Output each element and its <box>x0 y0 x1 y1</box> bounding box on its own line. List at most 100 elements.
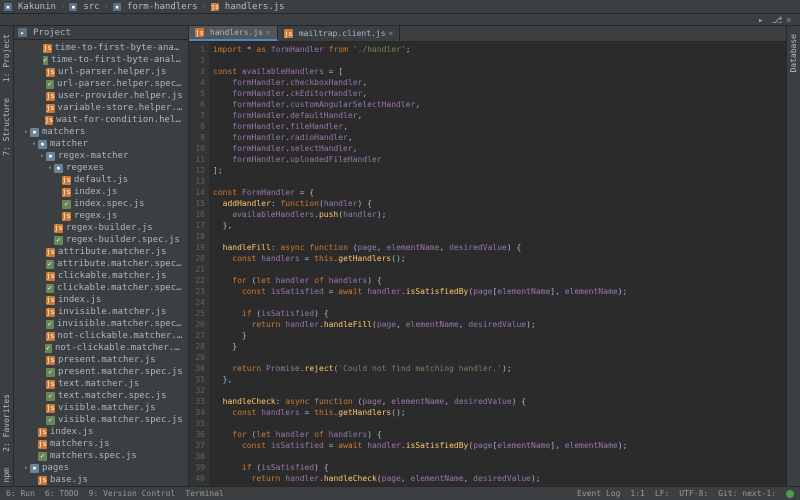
tree-item[interactable]: jsindex.js <box>14 426 188 438</box>
editor-tab[interactable]: js mailtrap.client.js× <box>278 26 401 41</box>
js-icon: js <box>46 380 55 389</box>
js-icon: js <box>46 92 55 101</box>
tool-tab-npm[interactable]: npm <box>1 464 12 486</box>
js-icon: js <box>54 224 63 233</box>
breadcrumb-segment[interactable]: ▪form-handlers <box>113 2 197 12</box>
line-sep[interactable]: LF: <box>655 489 669 498</box>
tree-item-label: index.js <box>74 187 117 197</box>
folder-icon: ▪ <box>113 3 121 11</box>
tree-item-label: visible.matcher.js <box>58 403 156 413</box>
js-icon: js <box>38 428 47 437</box>
tree-item[interactable]: ✓index.spec.js <box>14 198 188 210</box>
js-file-icon: js <box>284 29 293 38</box>
tree-item-label: time-to-first-byte-analyser.helper.spec.… <box>51 55 184 65</box>
tree-item[interactable]: jsmatchers.js <box>14 438 188 450</box>
js-icon: js <box>62 188 71 197</box>
tool-tab-structure[interactable]: 7: Structure <box>1 94 12 160</box>
search-icon[interactable]: ⌕ <box>786 16 794 24</box>
tool-tab-favorites[interactable]: 2: Favorites <box>1 390 12 456</box>
tool-tab-database[interactable]: Database <box>788 30 799 77</box>
tree-item-label: clickable.matcher.js <box>58 271 166 281</box>
spec-icon: ✓ <box>46 320 54 329</box>
tree-item-label: pages <box>42 463 69 473</box>
tab-label: mailtrap.client.js <box>299 29 386 38</box>
tree-item[interactable]: ✓url-parser.helper.spec.js <box>14 78 188 90</box>
tree-item-label: invisible.matcher.js <box>58 307 166 317</box>
status-todo[interactable]: 6: TODO <box>45 489 79 498</box>
tree-item[interactable]: jsinvisible.matcher.js <box>14 306 188 318</box>
folder-icon: ▪ <box>69 3 77 11</box>
tree-item[interactable]: ▾▪regexes <box>14 162 188 174</box>
main-toolbar: ▸ ⎇ ⌕ <box>0 14 800 26</box>
tree-item[interactable]: jsclickable.matcher.js <box>14 270 188 282</box>
status-terminal[interactable]: Terminal <box>185 489 224 498</box>
breadcrumb-segment[interactable]: ▪src <box>69 2 99 12</box>
tree-item[interactable]: jstime-to-first-byte-analyser.helper.js <box>14 42 188 54</box>
tree-item[interactable]: jswait-for-condition.helper.js <box>14 114 188 126</box>
tree-item[interactable]: ✓present.matcher.spec.js <box>14 366 188 378</box>
build-icon[interactable]: ▸ <box>758 16 766 24</box>
tree-item[interactable]: ✓invisible.matcher.spec.js <box>14 318 188 330</box>
vcs-icon[interactable]: ⎇ <box>772 16 780 24</box>
close-icon[interactable]: × <box>266 28 271 37</box>
tree-item-label: index.js <box>50 427 93 437</box>
code-editor[interactable]: import * as formHandler from './handler'… <box>209 42 786 486</box>
tree-item[interactable]: ▾▪pages <box>14 462 188 474</box>
tree-item[interactable]: jstext.matcher.js <box>14 378 188 390</box>
tree-item[interactable]: ✓regex-builder.spec.js <box>14 234 188 246</box>
tree-item[interactable]: jsurl-parser.helper.js <box>14 66 188 78</box>
tree-item[interactable]: jsindex.js <box>14 186 188 198</box>
breadcrumb-segment[interactable]: ▪Kakunin <box>4 2 56 12</box>
tree-item[interactable]: ✓text.matcher.spec.js <box>14 390 188 402</box>
tree-item[interactable]: jsuser-provider.helper.js <box>14 90 188 102</box>
tree-item[interactable]: ▾▪matchers <box>14 126 188 138</box>
tree-item[interactable]: jspresent.matcher.js <box>14 354 188 366</box>
tree-item-label: regex.js <box>74 211 117 221</box>
folder-icon: ▪ <box>4 3 12 11</box>
tree-item-label: matchers.js <box>50 439 110 449</box>
js-icon: js <box>38 440 47 449</box>
js-icon: js <box>46 308 55 317</box>
tree-item-label: regex-builder.js <box>66 223 153 233</box>
tree-item[interactable]: ✓not-clickable.matcher.spec.js <box>14 342 188 354</box>
tree-item-label: regex-builder.spec.js <box>66 235 180 245</box>
spec-icon: ✓ <box>43 56 48 65</box>
folder-o-icon: ▪ <box>30 128 39 137</box>
tree-item-label: regex-matcher <box>58 151 128 161</box>
tree-item-label: base.js <box>50 475 88 485</box>
tool-tab-project[interactable]: 1: Project <box>1 30 12 86</box>
tree-item-label: variable-store.helper.js <box>58 103 184 113</box>
tree-item[interactable]: ▾▪regex-matcher <box>14 150 188 162</box>
spec-icon: ✓ <box>46 416 55 425</box>
project-icon: ▸ <box>18 28 27 37</box>
tree-item[interactable]: jsdefault.js <box>14 174 188 186</box>
chevron-right-icon: › <box>202 2 207 12</box>
tree-item[interactable]: jsvisible.matcher.js <box>14 402 188 414</box>
tree-item[interactable]: ✓time-to-first-byte-analyser.helper.spec… <box>14 54 188 66</box>
editor-tab[interactable]: jshandlers.js× <box>189 26 278 41</box>
git-branch[interactable]: Git: next-1: <box>718 489 776 498</box>
status-run[interactable]: 6: Run <box>6 489 35 498</box>
tree-item[interactable]: jsindex.js <box>14 294 188 306</box>
encoding[interactable]: UTF-8: <box>679 489 708 498</box>
tree-item[interactable]: jsvariable-store.helper.js <box>14 102 188 114</box>
tree-item-label: default.js <box>74 175 128 185</box>
spec-icon: ✓ <box>54 236 63 245</box>
tree-item-label: invisible.matcher.spec.js <box>57 319 184 329</box>
tree-item-label: present.matcher.spec.js <box>58 367 183 377</box>
close-icon[interactable]: × <box>389 29 394 38</box>
tree-item[interactable]: jsnot-clickable.matcher.js <box>14 330 188 342</box>
tree-item[interactable]: jsregex-builder.js <box>14 222 188 234</box>
tree-item[interactable]: ✓clickable.matcher.spec.js <box>14 282 188 294</box>
tree-item[interactable]: ✓matchers.spec.js <box>14 450 188 462</box>
breadcrumb-segment[interactable]: jshandlers.js <box>211 2 285 12</box>
tree-item[interactable]: ✓attribute.matcher.spec.js <box>14 258 188 270</box>
status-vcs[interactable]: 9: Version Control <box>89 489 176 498</box>
status-eventlog[interactable]: Event Log <box>577 489 620 498</box>
tree-item[interactable]: jsbase.js <box>14 474 188 486</box>
tree-item-label: attribute.matcher.spec.js <box>57 259 184 269</box>
tree-item[interactable]: jsattribute.matcher.js <box>14 246 188 258</box>
tree-item[interactable]: ✓visible.matcher.spec.js <box>14 414 188 426</box>
tree-item[interactable]: ▾▪matcher <box>14 138 188 150</box>
tree-item[interactable]: jsregex.js <box>14 210 188 222</box>
